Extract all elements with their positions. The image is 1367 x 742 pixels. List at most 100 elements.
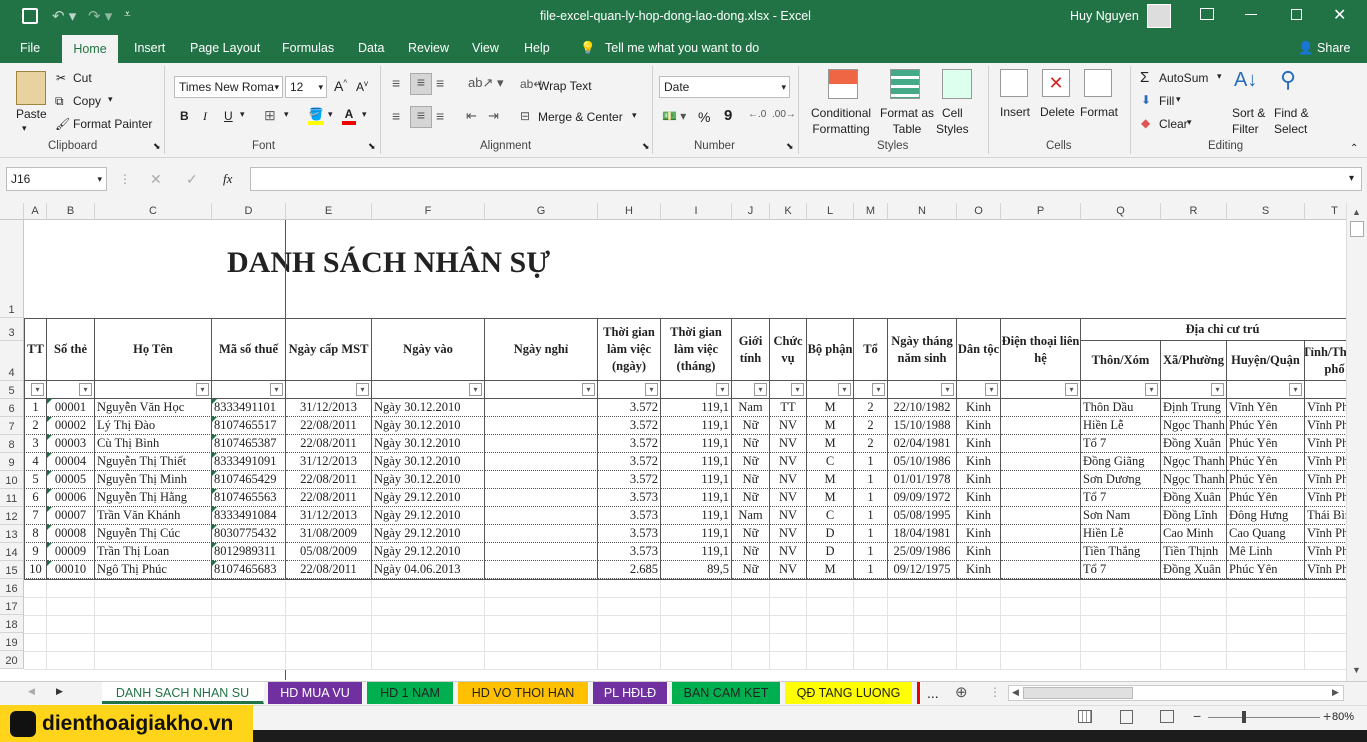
- align-center-icon[interactable]: ≡: [410, 106, 432, 128]
- data-cell[interactable]: Đông Hưng: [1227, 507, 1305, 525]
- empty-cell[interactable]: [47, 580, 95, 598]
- filter-dropdown-icon[interactable]: ▾: [645, 383, 658, 396]
- data-cell[interactable]: [485, 525, 598, 543]
- data-cell[interactable]: [485, 507, 598, 525]
- fill-color-icon[interactable]: 🪣: [308, 107, 324, 125]
- empty-cell[interactable]: [1001, 652, 1081, 670]
- data-cell[interactable]: 2.685: [598, 561, 661, 579]
- data-cell[interactable]: 05/08/1995: [888, 507, 957, 525]
- data-cell[interactable]: Hiền Lễ: [1081, 417, 1161, 435]
- empty-cell[interactable]: [1305, 634, 1346, 652]
- filter-dropdown-icon[interactable]: ▾: [582, 383, 595, 396]
- empty-cell[interactable]: [598, 580, 661, 598]
- empty-cell[interactable]: [598, 598, 661, 616]
- ribbon-display-icon[interactable]: [1200, 8, 1214, 20]
- data-cell[interactable]: M: [807, 417, 854, 435]
- data-cell[interactable]: 8107465429: [212, 471, 286, 489]
- zoom-level[interactable]: 80%: [1332, 711, 1354, 723]
- empty-cell[interactable]: [485, 634, 598, 652]
- empty-cell[interactable]: [661, 616, 732, 634]
- user-name[interactable]: Huy Nguyen: [1070, 9, 1139, 23]
- empty-cell[interactable]: [1161, 652, 1227, 670]
- empty-cell[interactable]: [661, 634, 732, 652]
- empty-cell[interactable]: [1081, 634, 1161, 652]
- data-cell[interactable]: 1: [24, 399, 47, 417]
- filter-dropdown-icon[interactable]: ▾: [79, 383, 92, 396]
- data-cell[interactable]: 09/12/1975: [888, 561, 957, 579]
- empty-cell[interactable]: [286, 616, 372, 634]
- paste-button[interactable]: Paste: [16, 107, 47, 121]
- empty-cell[interactable]: [1161, 634, 1227, 652]
- empty-cell[interactable]: [47, 634, 95, 652]
- font-size-select[interactable]: 12 ▾: [285, 76, 327, 98]
- minimize-icon[interactable]: [1245, 14, 1257, 15]
- empty-cell[interactable]: [1081, 652, 1161, 670]
- empty-cell[interactable]: [1081, 616, 1161, 634]
- empty-cell[interactable]: [212, 616, 286, 634]
- empty-cell[interactable]: [286, 580, 372, 598]
- zoom-in-icon[interactable]: +: [1323, 708, 1331, 724]
- empty-cell[interactable]: [661, 580, 732, 598]
- decrease-decimal-icon[interactable]: .00→: [772, 109, 796, 120]
- data-cell[interactable]: 8107465517: [212, 417, 286, 435]
- data-cell[interactable]: Mê Linh: [1227, 543, 1305, 561]
- increase-decimal-icon[interactable]: ←.0: [748, 109, 766, 120]
- tab-file[interactable]: File: [12, 33, 48, 63]
- align-bottom-icon[interactable]: ≡: [436, 75, 444, 91]
- cancel-icon[interactable]: ✕: [150, 171, 162, 188]
- data-cell[interactable]: 1: [854, 471, 888, 489]
- empty-cell[interactable]: [770, 580, 807, 598]
- decrease-indent-icon[interactable]: ⇤: [466, 108, 477, 124]
- data-cell[interactable]: Nam: [732, 507, 770, 525]
- save-icon[interactable]: [22, 8, 38, 24]
- row-header[interactable]: 12: [0, 507, 24, 525]
- empty-cell[interactable]: [24, 652, 47, 670]
- data-cell[interactable]: Ngô Thị Phúc: [95, 561, 212, 579]
- data-cell[interactable]: Ngày 30.12.2010: [372, 417, 485, 435]
- column-header[interactable]: H: [598, 203, 661, 220]
- next-sheet-icon[interactable]: ▶: [56, 686, 63, 697]
- filter-dropdown-icon[interactable]: ▾: [469, 383, 482, 396]
- empty-cell[interactable]: [372, 598, 485, 616]
- data-cell[interactable]: Nữ: [732, 435, 770, 453]
- data-cell[interactable]: 6: [24, 489, 47, 507]
- copy-button[interactable]: Copy: [73, 94, 101, 108]
- empty-cell[interactable]: [661, 598, 732, 616]
- data-cell[interactable]: Ngày 04.06.2013: [372, 561, 485, 579]
- paste-icon[interactable]: [16, 71, 46, 105]
- sheet-tab[interactable]: HD VO THOI HAN: [458, 682, 589, 704]
- row-header[interactable]: 18: [0, 615, 24, 633]
- data-cell[interactable]: 3.573: [598, 489, 661, 507]
- data-cell[interactable]: NV: [770, 507, 807, 525]
- data-cell[interactable]: Kinh: [957, 507, 1001, 525]
- data-cell[interactable]: 3.572: [598, 399, 661, 417]
- filter-dropdown-icon[interactable]: ▾: [1145, 383, 1158, 396]
- data-cell[interactable]: Nữ: [732, 417, 770, 435]
- empty-cell[interactable]: [1227, 598, 1305, 616]
- data-cell[interactable]: Ngày 30.12.2010: [372, 435, 485, 453]
- data-cell[interactable]: 3.572: [598, 417, 661, 435]
- data-cell[interactable]: D: [807, 525, 854, 543]
- select-all-corner[interactable]: [0, 203, 24, 220]
- data-cell[interactable]: [485, 399, 598, 417]
- h-scroll-thumb[interactable]: [1023, 687, 1133, 699]
- empty-cell[interactable]: [1305, 598, 1346, 616]
- data-cell[interactable]: [1001, 561, 1081, 579]
- data-cell[interactable]: 1: [854, 453, 888, 471]
- format-cells-button[interactable]: Format: [1080, 105, 1118, 119]
- row-header[interactable]: 5: [0, 381, 24, 399]
- data-cell[interactable]: 5: [24, 471, 47, 489]
- worksheet-grid[interactable]: A B C D E F G H I J K L M N O P Q R S T 1 3 4 5 6 7 8 9 10 11 12 13 14 15…: [0, 203, 1346, 681]
- empty-cell[interactable]: [1305, 616, 1346, 634]
- empty-cell[interactable]: [1227, 580, 1305, 598]
- avatar[interactable]: [1147, 4, 1171, 28]
- find-select-button[interactable]: Find & Select: [1274, 105, 1309, 137]
- data-cell[interactable]: 01/01/1978: [888, 471, 957, 489]
- align-left-icon[interactable]: ≡: [392, 108, 400, 124]
- tab-page-layout[interactable]: Page Layout: [182, 33, 268, 63]
- empty-cell[interactable]: [286, 634, 372, 652]
- data-cell[interactable]: 119,1: [661, 399, 732, 417]
- column-header[interactable]: E: [286, 203, 372, 220]
- data-cell[interactable]: 00007: [47, 507, 95, 525]
- data-cell[interactable]: M: [807, 471, 854, 489]
